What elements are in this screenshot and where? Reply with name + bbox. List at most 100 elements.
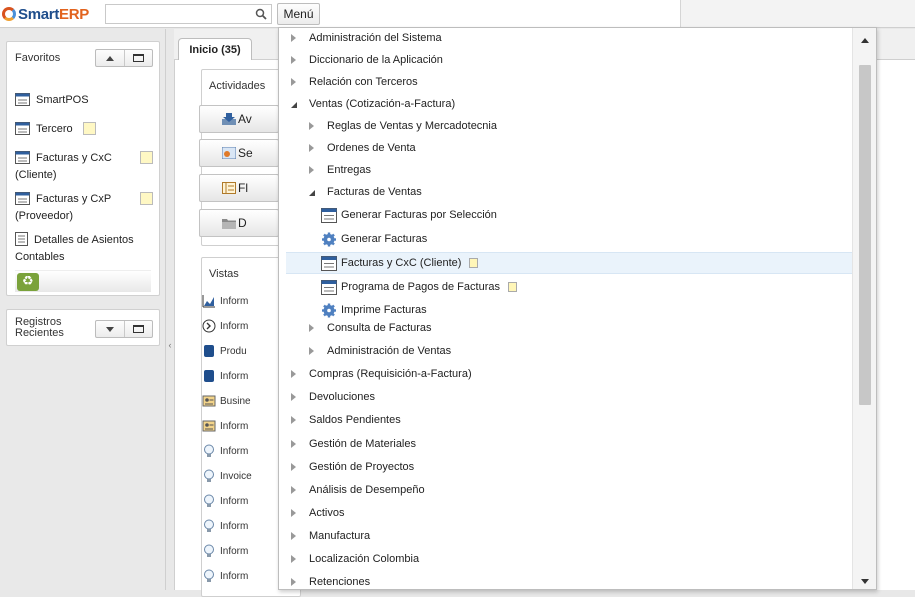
app-logo[interactable]: Smart ERP (2, 5, 89, 23)
expand-arrow-icon[interactable] (287, 507, 299, 519)
view-item-label: Inform (220, 420, 249, 432)
view-item[interactable]: Busine (202, 394, 251, 408)
menu-folder-item[interactable]: Activos (287, 502, 344, 524)
expand-arrow-icon[interactable] (287, 438, 299, 450)
menu-folder-item[interactable]: Gestión de Proyectos (287, 456, 414, 478)
expand-arrow-icon[interactable] (287, 576, 299, 588)
menu-folder-item[interactable]: Facturas de Ventas (305, 181, 422, 203)
view-item[interactable]: Inform (202, 419, 248, 433)
menu-folder-item[interactable]: Compras (Requisición-a-Factura) (287, 363, 472, 385)
favorite-item-tercero[interactable]: Tercero (15, 121, 155, 138)
menu-folder-item[interactable]: Administración del Sistema (287, 28, 442, 49)
expand-down-button[interactable] (96, 321, 124, 337)
view-item[interactable]: Invoice (202, 469, 252, 483)
expand-arrow-icon[interactable] (305, 120, 317, 132)
menu-item-label: Ordenes de Venta (327, 142, 416, 154)
favorites-controls (95, 49, 153, 67)
expand-arrow-icon[interactable] (287, 391, 299, 403)
workflow-icon (222, 147, 236, 159)
view-item[interactable]: Inform (202, 444, 248, 458)
menu-folder-item[interactable]: Devoluciones (287, 386, 375, 408)
view-item[interactable]: Inform (202, 369, 248, 383)
favorite-item-facturas-cxp[interactable]: Facturas y CxP (Proveedor) (15, 191, 155, 225)
menu-item-label: Programa de Pagos de Facturas (341, 281, 500, 294)
menu-folder-item[interactable]: Gestión de Materiales (287, 433, 416, 455)
menu-folder-item[interactable]: Consulta de Facturas (305, 317, 432, 339)
scroll-up-arrow-icon[interactable] (861, 38, 869, 43)
report-icon (15, 232, 28, 246)
menu-folder-item[interactable]: Ventas (Cotización-a-Factura) (287, 93, 455, 115)
menu-folder-item[interactable]: Localización Colombia (287, 548, 419, 570)
favorite-item-facturas-cxc[interactable]: Facturas y CxC (Cliente) (15, 150, 155, 184)
activities-title: Actividades (209, 80, 266, 92)
favorite-item-smartpos[interactable]: SmartPOS (15, 92, 155, 109)
view-item[interactable]: Inform (202, 519, 248, 533)
collapse-sidebar-handle[interactable]: ‹ (166, 325, 174, 365)
expand-arrow-icon[interactable] (305, 164, 317, 176)
expand-arrow-icon[interactable] (305, 345, 317, 357)
activity-button-4[interactable]: D (199, 209, 279, 237)
view-item[interactable]: Inform (202, 544, 248, 558)
view-item[interactable]: Produ (202, 344, 247, 358)
menu-item-label: Saldos Pendientes (309, 414, 401, 427)
menu-item-label: Facturas de Ventas (327, 186, 422, 198)
search-input[interactable] (105, 4, 272, 24)
menu-folder-item[interactable]: Análisis de Desempeño (287, 479, 425, 501)
menu-folder-item[interactable]: Administración de Ventas (305, 340, 451, 362)
expand-arrow-icon[interactable] (287, 76, 299, 88)
bulb-icon (204, 494, 214, 507)
menu-scrollbar[interactable] (852, 28, 876, 589)
collapse-arrow-icon[interactable] (287, 98, 299, 110)
collapse-up-button[interactable] (96, 50, 124, 66)
expand-arrow-icon[interactable] (287, 484, 299, 496)
expand-arrow-icon[interactable] (305, 142, 317, 154)
maximize-button[interactable] (124, 321, 152, 337)
expand-arrow-icon[interactable] (287, 368, 299, 380)
collapse-arrow-icon[interactable] (305, 186, 317, 198)
left-sidebar: Favoritos SmartPOS Tercero Facturas y Cx… (0, 29, 166, 590)
view-item[interactable]: Inform (202, 569, 248, 583)
logo-text-erp: ERP (59, 5, 89, 23)
menu-folder-item[interactable]: Relación con Terceros (287, 71, 418, 93)
expand-arrow-icon[interactable] (287, 414, 299, 426)
menu-button[interactable]: Menú (277, 3, 320, 25)
menu-folder-item[interactable]: Manufactura (287, 525, 370, 547)
note-icon[interactable] (507, 282, 517, 293)
recycle-bin[interactable] (15, 270, 151, 292)
menu-folder-item[interactable]: Entregas (305, 159, 371, 181)
note-icon[interactable] (469, 258, 479, 269)
menu-folder-item[interactable]: Diccionario de la Aplicación (287, 49, 443, 71)
search-icon[interactable] (255, 8, 267, 20)
expand-arrow-icon[interactable] (287, 461, 299, 473)
menu-leaf-item[interactable]: Programa de Pagos de Facturas (321, 276, 517, 298)
expand-arrow-icon[interactable] (305, 322, 317, 334)
maximize-button[interactable] (124, 50, 152, 66)
scroll-down-arrow-icon[interactable] (861, 579, 869, 584)
form-icon (222, 182, 236, 194)
logo-text-smart: Smart (18, 5, 60, 23)
expand-arrow-icon[interactable] (287, 530, 299, 542)
view-item-label: Inform (220, 320, 249, 332)
menu-folder-item[interactable]: Reglas de Ventas y Mercadotecnia (305, 115, 497, 137)
activity-button-2[interactable]: Se (199, 139, 279, 167)
menu-folder-item[interactable]: Retenciones (287, 571, 370, 589)
menu-leaf-item[interactable]: Facturas y CxC (Cliente) (286, 252, 852, 275)
view-item-label: Inform (220, 545, 249, 557)
view-item-label: Invoice (220, 470, 252, 482)
activity-button-1[interactable]: Av (199, 105, 279, 133)
view-item[interactable]: Inform (202, 294, 248, 308)
view-item[interactable]: Inform (202, 319, 248, 333)
scroll-thumb[interactable] (859, 65, 871, 405)
window-icon (15, 122, 30, 135)
menu-folder-item[interactable]: Ordenes de Venta (305, 137, 416, 159)
tab-home[interactable]: Inicio (35) (178, 38, 252, 60)
menu-leaf-item[interactable]: Generar Facturas por Selección (321, 204, 497, 226)
menu-leaf-item[interactable]: Generar Facturas (321, 228, 427, 250)
favorite-item-asientos[interactable]: Detalles de Asientos Contables (15, 232, 155, 266)
expand-arrow-icon[interactable] (287, 54, 299, 66)
expand-arrow-icon[interactable] (287, 32, 299, 44)
activity-button-3[interactable]: Fl (199, 174, 279, 202)
expand-arrow-icon[interactable] (287, 553, 299, 565)
menu-folder-item[interactable]: Saldos Pendientes (287, 409, 401, 431)
view-item[interactable]: Inform (202, 494, 248, 508)
